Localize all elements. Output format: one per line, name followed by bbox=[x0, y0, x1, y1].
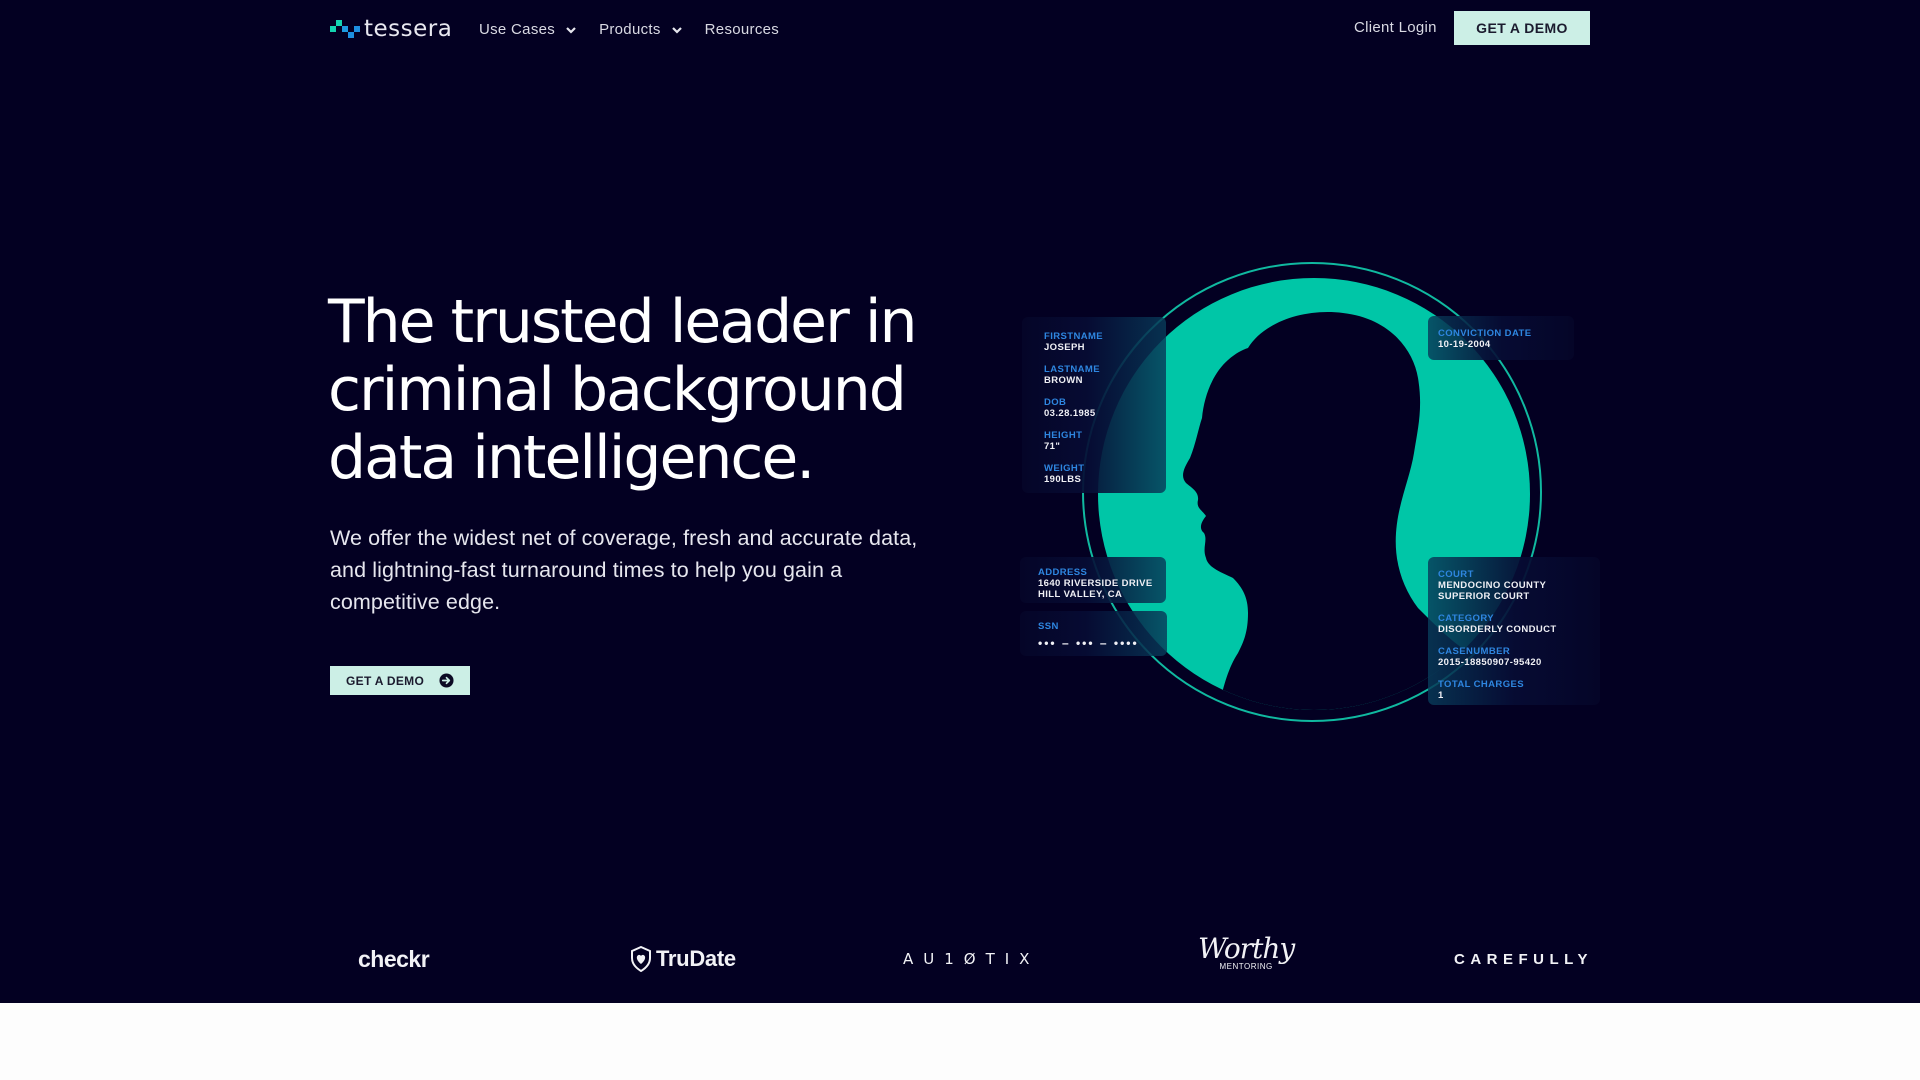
partner-logos: checkr TruDate AU1ØTIX Worthy MENTORING … bbox=[0, 930, 1920, 990]
ssn-card: SSN ••• – ••• – •••• bbox=[1020, 611, 1167, 656]
identity-card: FIRSTNAME JOSEPH LASTNAME BROWN DOB 03.2… bbox=[1022, 317, 1166, 493]
partner-logo-checkr[interactable]: checkr bbox=[358, 944, 430, 974]
field-firstname: FIRSTNAME JOSEPH bbox=[1044, 331, 1104, 353]
nav-item-label: Use Cases bbox=[479, 20, 556, 38]
hero-section: tessera Use Cases Products Resources Cli… bbox=[0, 0, 1920, 1003]
shield-heart-icon bbox=[631, 946, 651, 972]
nav-get-demo-button[interactable]: GET A DEMO bbox=[1454, 11, 1590, 45]
hero-get-demo-button[interactable]: GET A DEMO bbox=[330, 666, 470, 695]
nav-item-products[interactable]: Products bbox=[599, 21, 683, 38]
chevron-down-icon bbox=[565, 23, 577, 35]
address-card: ADDRESS 1640 RIVERSIDE DRIVE HILL VALLEY… bbox=[1020, 557, 1166, 603]
field-category: CATEGORY DISORDERLY CONDUCT bbox=[1438, 613, 1557, 635]
logo-wordmark: tessera bbox=[364, 16, 453, 42]
profile-graphic: FIRSTNAME JOSEPH LASTNAME BROWN DOB 03.2… bbox=[1010, 250, 1610, 730]
field-lastname: LASTNAME BROWN bbox=[1044, 364, 1100, 386]
nav-links: Use Cases Products Resources bbox=[479, 18, 801, 40]
field-weight: WEIGHT 190LBS bbox=[1044, 463, 1085, 485]
nav-item-label: Resources bbox=[704, 20, 780, 38]
conviction-card: CONVICTION DATE 10-19-2004 bbox=[1428, 316, 1574, 360]
tessera-logo-icon bbox=[330, 19, 360, 39]
partner-logo-autotix[interactable]: AU1ØTIX bbox=[903, 944, 1039, 974]
client-login-link[interactable]: Client Login bbox=[1354, 19, 1437, 36]
field-casenumber: CASENUMBER 2015-18850907-95420 bbox=[1438, 646, 1542, 668]
top-nav: tessera Use Cases Products Resources Cli… bbox=[0, 0, 1920, 58]
field-total-charges: TOTAL CHARGES 1 bbox=[1438, 679, 1524, 701]
nav-item-label: Products bbox=[599, 20, 661, 38]
tessera-logo[interactable]: tessera bbox=[330, 16, 452, 42]
partner-logo-worthy-mentoring[interactable]: Worthy MENTORING bbox=[1198, 934, 1295, 984]
nav-item-resources[interactable]: Resources bbox=[705, 21, 779, 38]
chevron-down-icon bbox=[671, 23, 683, 35]
field-dob: DOB 03.28.1985 bbox=[1044, 397, 1096, 419]
arrow-right-circle-icon bbox=[439, 673, 454, 688]
field-height: HEIGHT 71" bbox=[1044, 430, 1083, 452]
partner-logo-trudate[interactable]: TruDate bbox=[630, 944, 736, 974]
hero-headline: The trusted leader in criminal backgroun… bbox=[328, 287, 918, 493]
partner-logo-carefully[interactable]: CAREFULLY bbox=[1454, 944, 1593, 974]
hero-cta-label: GET A DEMO bbox=[346, 673, 425, 688]
field-court: COURT MENDOCINO COUNTY SUPERIOR COURT bbox=[1438, 569, 1547, 602]
case-card: COURT MENDOCINO COUNTY SUPERIOR COURT CA… bbox=[1428, 557, 1600, 705]
hero-subtext: We offer the widest net of coverage, fre… bbox=[330, 526, 918, 614]
nav-item-use-cases[interactable]: Use Cases bbox=[479, 21, 577, 38]
